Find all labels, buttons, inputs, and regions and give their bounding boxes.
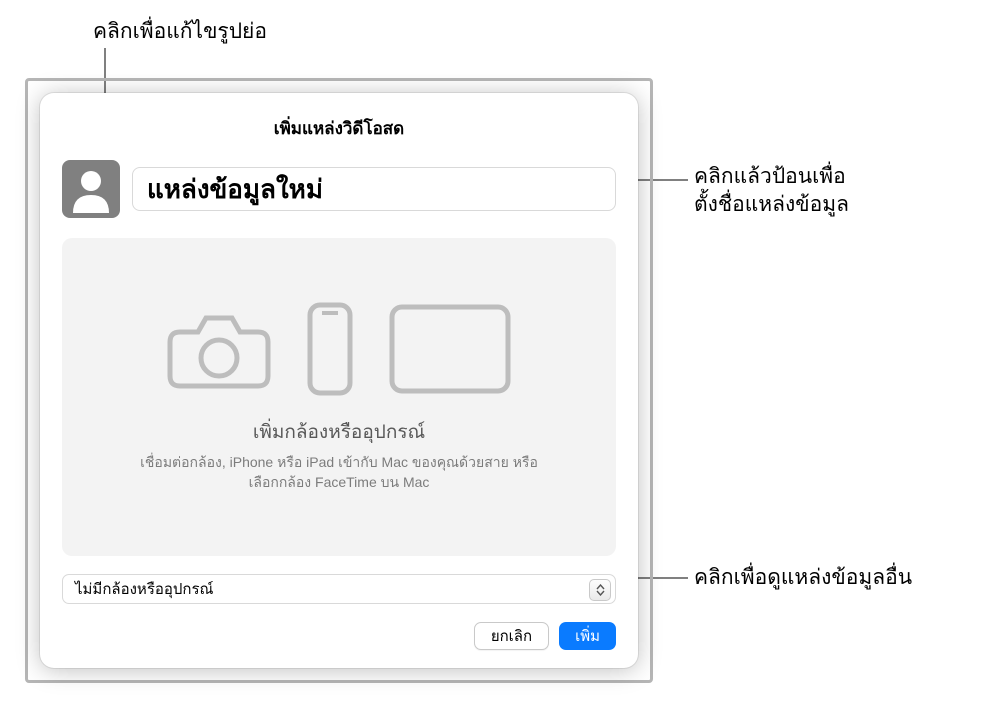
annotation-edit-thumbnail: คลิกเพื่อแก้ไขรูปย่อ — [93, 18, 267, 46]
device-icons — [164, 301, 514, 397]
chevron-up-down-icon — [589, 579, 611, 601]
preview-heading: เพิ่มกล้องหรืออุปกรณ์ — [253, 417, 425, 447]
source-thumbnail[interactable] — [62, 160, 120, 218]
ipad-icon — [386, 301, 514, 397]
person-silhouette-icon — [67, 165, 115, 213]
camera-icon — [164, 306, 274, 392]
preview-area: เพิ่มกล้องหรืออุปกรณ์ เชื่อมต่อกล้อง, iP… — [62, 238, 616, 556]
header-row — [62, 160, 616, 218]
select-value: ไม่มีกล้องหรืออุปกรณ์ — [75, 577, 213, 601]
add-live-video-source-dialog: เพิ่มแหล่งวิดีโอสด — [40, 93, 638, 668]
dialog-title: เพิ่มแหล่งวิดีโอสด — [62, 115, 616, 142]
source-name-input[interactable] — [132, 167, 616, 211]
iphone-icon — [304, 301, 356, 397]
cancel-button[interactable]: ยกเลิก — [474, 622, 549, 650]
dialog-container: เพิ่มแหล่งวิดีโอสด — [25, 78, 653, 683]
preview-subtext: เชื่อมต่อกล้อง, iPhone หรือ iPad เข้ากับ… — [129, 453, 549, 492]
annotation-view-sources: คลิกเพื่อดูแหล่งข้อมูลอื่น — [694, 564, 912, 592]
camera-device-select[interactable]: ไม่มีกล้องหรืออุปกรณ์ — [62, 574, 616, 604]
add-button[interactable]: เพิ่ม — [559, 622, 616, 650]
button-row: ยกเลิก เพิ่ม — [62, 622, 616, 650]
annotation-name-source: คลิกแล้วป้อนเพื่อ ตั้งชื่อแหล่งข้อมูล — [694, 163, 849, 220]
